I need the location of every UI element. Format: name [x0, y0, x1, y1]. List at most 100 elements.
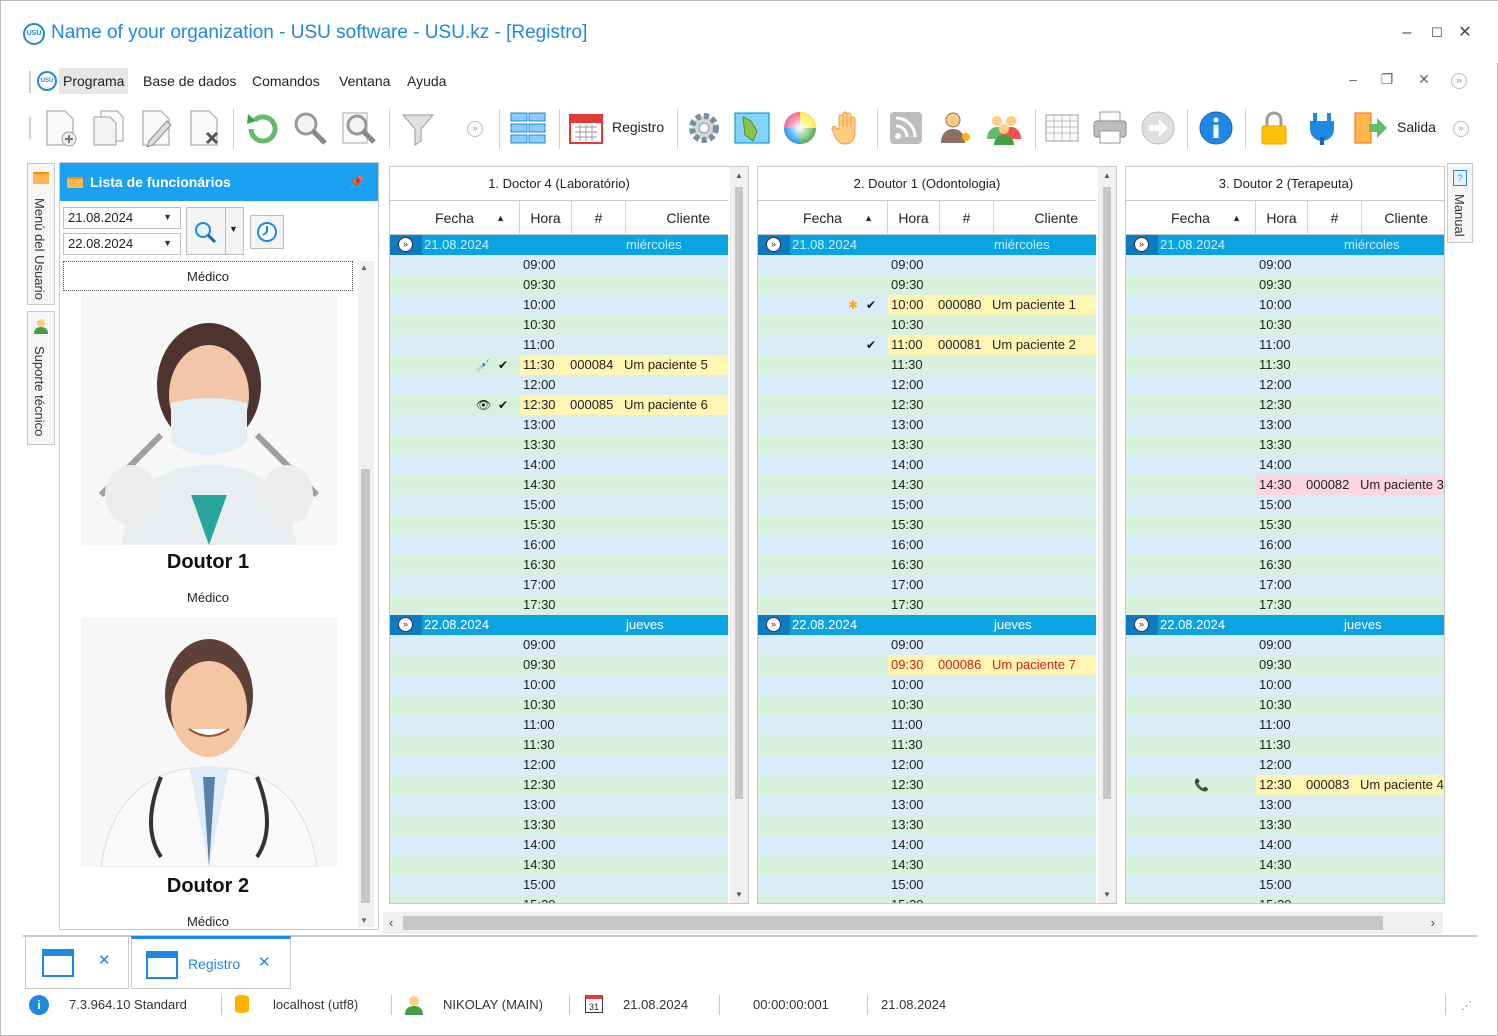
time-slot-row[interactable]: 17:30 [1126, 595, 1444, 615]
scroll-down-icon[interactable]: ▼ [735, 890, 743, 899]
time-slot-row[interactable]: 11:30 [758, 355, 1096, 375]
time-slot-row[interactable]: 16:00 [390, 535, 728, 555]
toolbar-expand-icon[interactable]: » [1453, 121, 1469, 137]
time-slot-row[interactable]: 09:30 [758, 275, 1096, 295]
time-slot-row[interactable]: 13:30 [758, 815, 1096, 835]
time-slot-row[interactable]: 15:30 [390, 515, 728, 535]
column-header-num[interactable]: # [1308, 201, 1362, 235]
time-slot-row[interactable]: 09:00 [758, 635, 1096, 655]
search-icon[interactable] [289, 107, 331, 149]
scroll-left-icon[interactable]: ‹ [389, 915, 393, 930]
time-slot-row[interactable]: 13:30 [1126, 435, 1444, 455]
time-slot-row[interactable]: 12:30 [390, 775, 728, 795]
menu-expand-icon[interactable]: » [1451, 73, 1467, 89]
time-slot-row[interactable]: 14:30 [390, 475, 728, 495]
mdi-close-icon[interactable]: ✕ [1414, 71, 1434, 88]
time-slot-row[interactable]: 17:00 [758, 575, 1096, 595]
time-slot-row[interactable]: 09:30 [1126, 275, 1444, 295]
time-slot-row[interactable]: 10:30 [758, 695, 1096, 715]
map-icon[interactable] [731, 107, 773, 149]
time-slot-row[interactable]: 11:00 [390, 335, 728, 355]
doctor-2-name[interactable]: Doutor 2 [63, 875, 353, 898]
schedule-scrollbar[interactable]: ▲ ▼ [1098, 167, 1116, 903]
mdi-minimize-icon[interactable]: – [1343, 71, 1363, 87]
schedule-title[interactable]: 1. Doctor 4 (Laboratório) [390, 167, 728, 201]
pin-icon[interactable]: 📌 [349, 163, 364, 201]
search-button[interactable]: ▼ [186, 207, 244, 255]
time-slot-row[interactable]: 10:30 [1126, 315, 1444, 335]
chevron-down-icon[interactable]: ▼ [229, 224, 238, 234]
column-header-hora[interactable]: Hora [1256, 201, 1308, 235]
time-slot-row[interactable]: 13:00 [390, 415, 728, 435]
time-slot-row[interactable]: 15:30 [758, 515, 1096, 535]
time-slot-row[interactable]: 11:30 [1126, 735, 1444, 755]
column-header-cliente[interactable]: Cliente [1362, 201, 1444, 235]
column-header-num[interactable]: # [572, 201, 626, 235]
chevron-down-icon[interactable]: ▼ [163, 238, 172, 248]
time-slot-row[interactable]: 10:30 [390, 695, 728, 715]
time-slot-row[interactable]: 09:00 [758, 255, 1096, 275]
resize-grip-icon[interactable]: ⋰ [1461, 999, 1472, 1012]
collapse-icon[interactable]: » [398, 617, 413, 632]
time-slot-row[interactable]: 11:00 [1126, 335, 1444, 355]
time-slot-row[interactable]: 16:30 [390, 555, 728, 575]
appointment-row[interactable]: 💉 ✔ 11:30 000084 Um paciente 5 [390, 355, 728, 375]
time-slot-row[interactable]: 11:30 [390, 735, 728, 755]
doctor-2-photo[interactable] [81, 617, 337, 867]
date-from-field[interactable]: 21.08.2024 ▼ [63, 207, 181, 229]
time-slot-row[interactable]: 09:00 [1126, 635, 1444, 655]
chevron-down-icon[interactable]: ▼ [163, 212, 172, 222]
scroll-up-icon[interactable]: ▲ [1103, 171, 1111, 180]
time-slot-row[interactable]: 13:00 [758, 415, 1096, 435]
time-slot-row[interactable]: 11:30 [758, 735, 1096, 755]
column-header-fecha[interactable]: Fecha ▲ [390, 201, 520, 235]
schedule-scrollbar[interactable]: ▲ ▼ [730, 167, 748, 903]
time-slot-row[interactable]: 14:30 [1126, 855, 1444, 875]
time-slot-row[interactable]: 15:00 [390, 875, 728, 895]
menu-programa[interactable]: Programa [59, 68, 129, 94]
clock-button[interactable] [250, 215, 284, 249]
grid-view-icon[interactable] [507, 107, 549, 149]
time-slot-row[interactable]: 12:00 [1126, 755, 1444, 775]
maximize-icon[interactable]: ☐ [1427, 23, 1447, 43]
time-slot-row[interactable]: 15:00 [390, 495, 728, 515]
scroll-thumb[interactable] [1103, 187, 1111, 799]
time-slot-row[interactable]: 10:00 [390, 675, 728, 695]
schedule-title[interactable]: 2. Doutor 1 (Odontologia) [758, 167, 1096, 201]
collapse-icon[interactable]: » [1134, 617, 1149, 632]
time-slot-row[interactable]: 12:00 [390, 375, 728, 395]
time-slot-row[interactable]: 14:00 [758, 835, 1096, 855]
time-slot-row[interactable]: 14:30 [758, 855, 1096, 875]
tab-registro[interactable]: Registro ✕ [131, 936, 291, 989]
day-header-row[interactable]: » 21.08.2024 miércoles [1126, 235, 1444, 255]
menu-base-de-dados[interactable]: Base de dados [139, 68, 240, 94]
scroll-up-icon[interactable]: ▲ [360, 263, 368, 272]
time-slot-row[interactable]: 10:30 [1126, 695, 1444, 715]
time-slot-row[interactable]: 10:30 [758, 315, 1096, 335]
time-slot-row[interactable]: 12:30 [758, 395, 1096, 415]
time-slot-row[interactable]: 11:30 [1126, 355, 1444, 375]
time-slot-row[interactable]: 14:00 [1126, 835, 1444, 855]
time-slot-row[interactable]: 12:30 [758, 775, 1096, 795]
column-header-hora[interactable]: Hora [520, 201, 572, 235]
day-header-row[interactable]: » 21.08.2024 miércoles [758, 235, 1096, 255]
time-slot-row[interactable]: 15:00 [758, 875, 1096, 895]
time-slot-row[interactable]: 15:00 [1126, 875, 1444, 895]
time-slot-row[interactable]: 13:30 [1126, 815, 1444, 835]
time-slot-row[interactable]: 14:00 [390, 455, 728, 475]
time-slot-row[interactable]: 15:30 [390, 895, 728, 903]
refresh-icon[interactable] [241, 107, 283, 149]
scroll-up-icon[interactable]: ▲ [735, 171, 743, 180]
time-slot-row[interactable]: 13:00 [758, 795, 1096, 815]
time-slot-row[interactable]: 12:00 [758, 755, 1096, 775]
scroll-thumb[interactable] [403, 916, 1383, 930]
menu-comandos[interactable]: Comandos [248, 68, 324, 94]
filter-icon[interactable] [397, 107, 439, 149]
color-wheel-icon[interactable] [779, 107, 821, 149]
table-icon[interactable] [1041, 107, 1083, 149]
time-slot-row[interactable]: 13:00 [390, 795, 728, 815]
time-slot-row[interactable]: 13:30 [390, 815, 728, 835]
forward-arrow-icon[interactable] [1137, 107, 1179, 149]
appointment-row[interactable]: ✱ ✔ 10:00 000080 Um paciente 1 [758, 295, 1096, 315]
time-slot-row[interactable]: 12:30 [1126, 395, 1444, 415]
